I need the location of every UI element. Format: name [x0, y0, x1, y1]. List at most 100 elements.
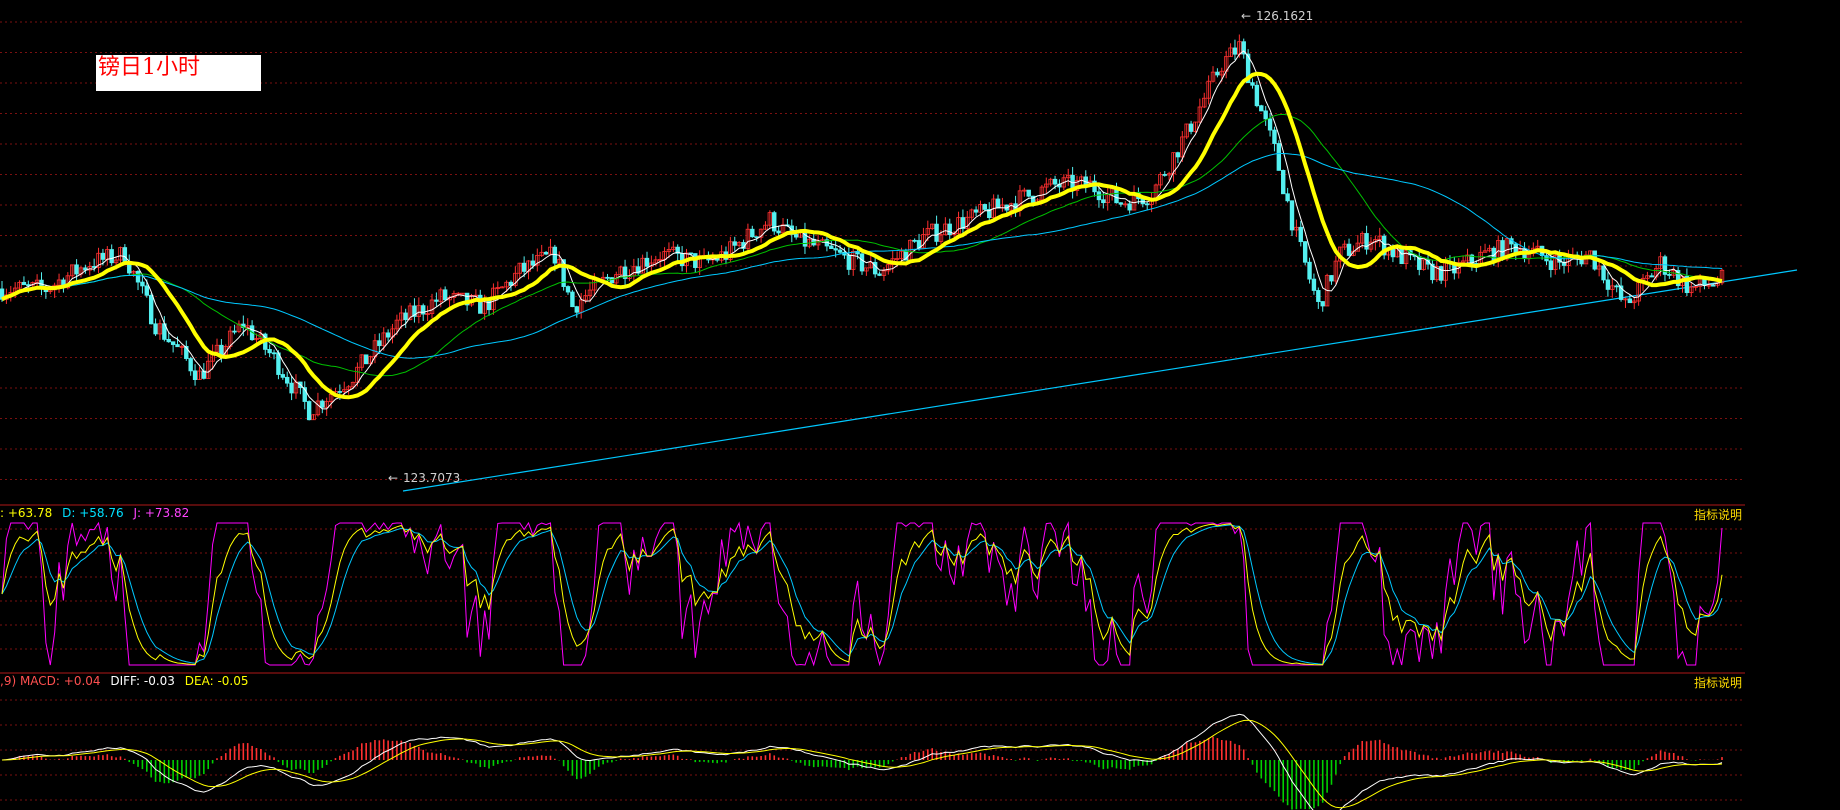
candle-body [1399, 246, 1404, 265]
candle-body [1175, 152, 1181, 158]
stock-chart-svg[interactable]: 126.1621 ← 123.7073 ← [0, 0, 1840, 810]
candle-body [486, 299, 492, 311]
low-price-label: 123.7073 [403, 471, 460, 485]
macd-legend: ,9) MACD: +0.04 DIFF: -0.03 DEA: -0.05 [0, 674, 255, 688]
candle-body [175, 344, 180, 348]
candle-body [109, 249, 114, 264]
candle-body [574, 306, 579, 313]
candle-body [320, 400, 325, 408]
candle-body [912, 239, 917, 242]
candle-body [337, 391, 343, 393]
candle-body [1438, 266, 1444, 281]
macd-lines [1, 713, 1723, 810]
macd-help-link[interactable]: 指标说明 [1694, 674, 1742, 691]
ma30-line [1, 113, 1723, 377]
candle-body [21, 281, 27, 286]
candle-body [403, 312, 408, 321]
ma5-line [1, 50, 1723, 410]
candle-body [289, 382, 294, 394]
candle-body [1548, 260, 1554, 271]
candle-body [1605, 279, 1611, 290]
chart-title-box: 镑日1小时 [96, 55, 261, 91]
candle-body [377, 340, 382, 347]
candlesticks [0, 34, 1725, 421]
kdj-lines [1, 521, 1723, 667]
candle-body [846, 254, 852, 270]
candle-body [833, 248, 838, 251]
candle-body [1711, 284, 1716, 287]
candle-body [1188, 123, 1194, 132]
candle-body [1667, 274, 1672, 276]
candle-body [732, 241, 737, 246]
candle-body [1329, 275, 1334, 282]
high-price-label: 126.1621 [1256, 9, 1313, 23]
candle-body [74, 264, 79, 275]
candle-body [385, 332, 391, 338]
candle-body [1052, 178, 1058, 185]
candle-body [1601, 265, 1606, 281]
candle-body [934, 223, 939, 242]
candle-body [565, 286, 571, 293]
candle-body [1026, 189, 1031, 197]
candle-body [829, 245, 834, 250]
macd-value: ,9) MACD: +0.04 [0, 674, 101, 688]
candle-body [280, 374, 286, 378]
candle-body [605, 276, 610, 279]
trendline [402, 269, 1798, 492]
candle-body [570, 291, 575, 308]
candle-body [144, 285, 149, 296]
kdj-j-line [1, 521, 1723, 667]
kdj-k-line [1, 523, 1723, 666]
kdj-d-value: D: +58.76 [62, 506, 124, 520]
candle-body [1346, 243, 1352, 256]
candle-body [1276, 143, 1282, 171]
candle-body [271, 352, 277, 355]
candle-body [122, 247, 128, 264]
candle-body [644, 257, 650, 267]
candle-body [1513, 243, 1518, 254]
candle-body [530, 260, 536, 266]
dea-value: DEA: -0.05 [184, 674, 249, 688]
kdj-legend: : +63.78 D: +58.76 J: +73.82 [0, 506, 195, 520]
candle-body [982, 204, 988, 210]
candle-body [1649, 275, 1654, 278]
candle-body [267, 348, 272, 354]
chart-title: 镑日1小时 [98, 55, 200, 80]
candle-body [1096, 191, 1102, 201]
candle-body [1311, 278, 1317, 291]
candle-body [1302, 241, 1308, 263]
candle-body [1250, 82, 1255, 86]
candle-body [750, 228, 755, 238]
candle-body [1259, 105, 1264, 112]
candle-body [434, 299, 439, 302]
candle-body [153, 323, 158, 335]
candle-body [1267, 118, 1273, 131]
candle-body [776, 230, 781, 234]
candle-body [1285, 193, 1290, 202]
candle-body [188, 358, 193, 372]
candle-body [100, 252, 106, 260]
candle-body [877, 273, 882, 276]
candle-body [1627, 298, 1633, 304]
low-arrow-icon: ← [388, 471, 398, 485]
diff-value: DIFF: -0.03 [110, 674, 175, 688]
candle-body [837, 249, 843, 253]
candle-body [192, 370, 198, 380]
candle-body [170, 341, 176, 345]
candle-body [166, 338, 171, 343]
candle-body [421, 305, 426, 315]
candle-body [148, 294, 154, 325]
kdj-k-value: : +63.78 [0, 506, 53, 520]
moving-averages [1, 50, 1723, 410]
candle-body [1272, 129, 1277, 144]
candle-body [285, 376, 290, 384]
candle-body [947, 223, 952, 236]
candle-body [232, 330, 237, 333]
candle-body [135, 270, 141, 283]
high-arrow-icon: ← [1241, 9, 1251, 23]
candle-body [772, 212, 777, 232]
candle-body [1118, 202, 1124, 205]
candle-body [1289, 200, 1295, 231]
kdj-help-link[interactable]: 指标说明 [1694, 506, 1742, 523]
candle-body [973, 209, 979, 213]
